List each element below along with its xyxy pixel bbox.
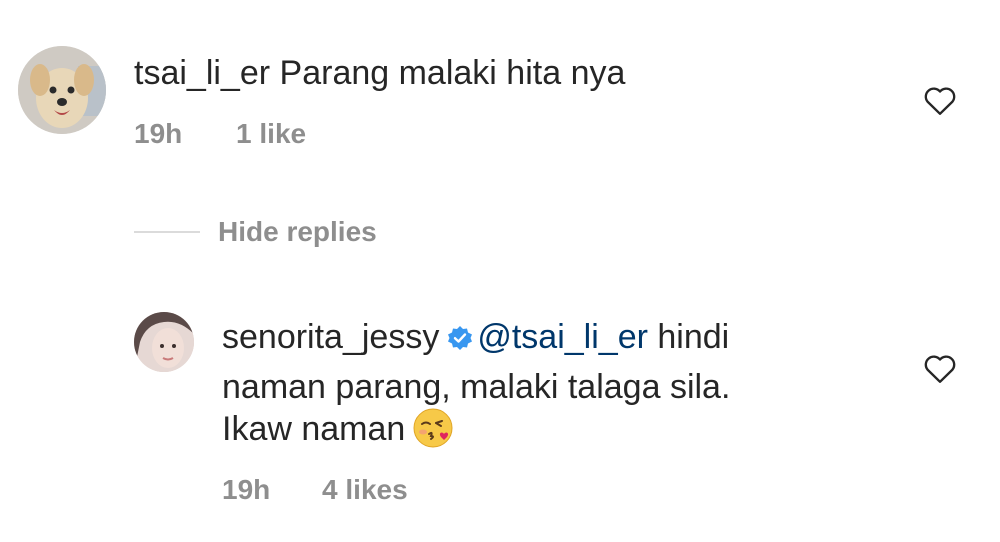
reply-text-line-1: senorita_jessy @tsai_li_er hindi: [222, 314, 729, 360]
divider-line: [134, 231, 200, 233]
comment-time[interactable]: 19h: [134, 118, 182, 150]
user-photo-avatar-icon: [134, 312, 194, 372]
heart-outline-icon: [924, 87, 956, 115]
dog-photo-avatar-icon: [18, 46, 106, 134]
kissing-face-emoji-icon: [411, 406, 455, 450]
comment-body: Parang malaki hita nya: [279, 54, 626, 92]
heart-outline-icon: [924, 355, 956, 383]
user-avatar[interactable]: [18, 46, 106, 134]
verified-badge-icon: [447, 317, 473, 350]
like-button[interactable]: [922, 84, 958, 116]
hide-replies-button[interactable]: Hide replies: [134, 216, 377, 248]
reply-text-line-3: Ikaw naman: [222, 406, 455, 452]
comment-text-row: tsai_li_er Parang malaki hita nya: [134, 50, 625, 96]
comment-meta: 19h 1 like: [134, 118, 306, 150]
reply-body-part-1: hindi: [647, 318, 730, 356]
like-button[interactable]: [922, 352, 958, 384]
comment-username[interactable]: tsai_li_er: [134, 54, 270, 92]
reply-username[interactable]: senorita_jessy: [222, 318, 439, 356]
reply-text-line-2: naman parang, malaki talaga sila.: [222, 364, 730, 410]
reply-likes-count[interactable]: 4 likes: [322, 474, 408, 506]
reply-body-part-3: Ikaw naman: [222, 410, 406, 448]
reply-body-part-2: naman parang, malaki talaga sila.: [222, 368, 731, 406]
reply-time[interactable]: 19h: [222, 474, 270, 506]
comment-likes-count[interactable]: 1 like: [236, 118, 306, 150]
user-avatar[interactable]: [134, 312, 194, 372]
hide-replies-label: Hide replies: [218, 216, 377, 247]
mention-link[interactable]: @tsai_li_er: [477, 318, 648, 356]
reply-meta: 19h 4 likes: [222, 474, 408, 506]
